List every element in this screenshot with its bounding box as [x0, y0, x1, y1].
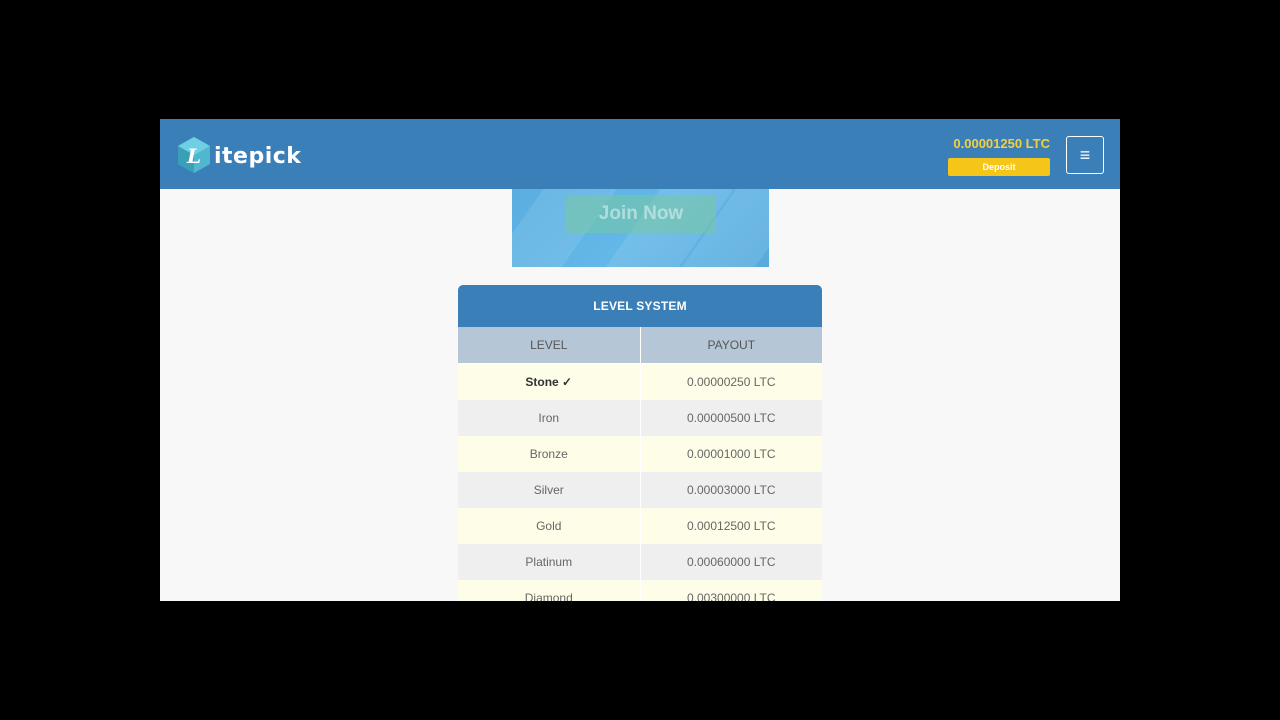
level-cell: Bronze [458, 436, 641, 472]
level-system-panel: LEVEL SYSTEM LEVEL PAYOUT Stone ✓ 0.0000… [458, 285, 822, 601]
logo-mark-icon: L [176, 136, 212, 174]
menu-button[interactable]: ≡ [1066, 136, 1104, 174]
top-navbar: L itepick 0.00001250 LTC Deposit ≡ [160, 119, 1120, 189]
table-row: Diamond 0.00300000 LTC [458, 580, 822, 601]
browser-viewport: L itepick 0.00001250 LTC Deposit ≡ Join … [160, 119, 1120, 601]
level-cell: Silver [458, 472, 641, 508]
level-cell: Iron [458, 400, 641, 436]
payout-cell: 0.00001000 LTC [640, 436, 822, 472]
table-row: Bronze 0.00001000 LTC [458, 436, 822, 472]
level-table: LEVEL PAYOUT Stone ✓ 0.00000250 LTC Iron… [458, 327, 822, 601]
level-system-title: LEVEL SYSTEM [458, 285, 822, 327]
payout-cell: 0.00300000 LTC [640, 580, 822, 601]
payout-cell: 0.00000250 LTC [640, 363, 822, 400]
level-cell: Platinum [458, 544, 641, 580]
table-row: Stone ✓ 0.00000250 LTC [458, 363, 822, 400]
payout-cell: 0.00012500 LTC [640, 508, 822, 544]
payout-cell: 0.00003000 LTC [640, 472, 822, 508]
payout-cell: 0.00000500 LTC [640, 400, 822, 436]
level-cell: Diamond [458, 580, 641, 601]
level-cell: Gold [458, 508, 641, 544]
table-row: Iron 0.00000500 LTC [458, 400, 822, 436]
deposit-button[interactable]: Deposit [948, 158, 1050, 176]
table-row: Silver 0.00003000 LTC [458, 472, 822, 508]
table-row: Gold 0.00012500 LTC [458, 508, 822, 544]
column-header-level: LEVEL [458, 327, 641, 364]
hamburger-icon: ≡ [1079, 144, 1091, 165]
column-header-payout: PAYOUT [640, 327, 822, 364]
join-now-button[interactable]: Join Now [566, 195, 716, 233]
table-row: Platinum 0.00060000 LTC [458, 544, 822, 580]
logo-text: itepick [214, 143, 302, 169]
promo-banner[interactable]: Join Now [512, 189, 769, 267]
logo-letter: L [186, 144, 201, 168]
litepick-logo[interactable]: L itepick [176, 135, 301, 175]
level-cell: Stone ✓ [458, 363, 641, 400]
payout-cell: 0.00060000 LTC [640, 544, 822, 580]
balance-display: 0.00001250 LTC [953, 136, 1050, 151]
